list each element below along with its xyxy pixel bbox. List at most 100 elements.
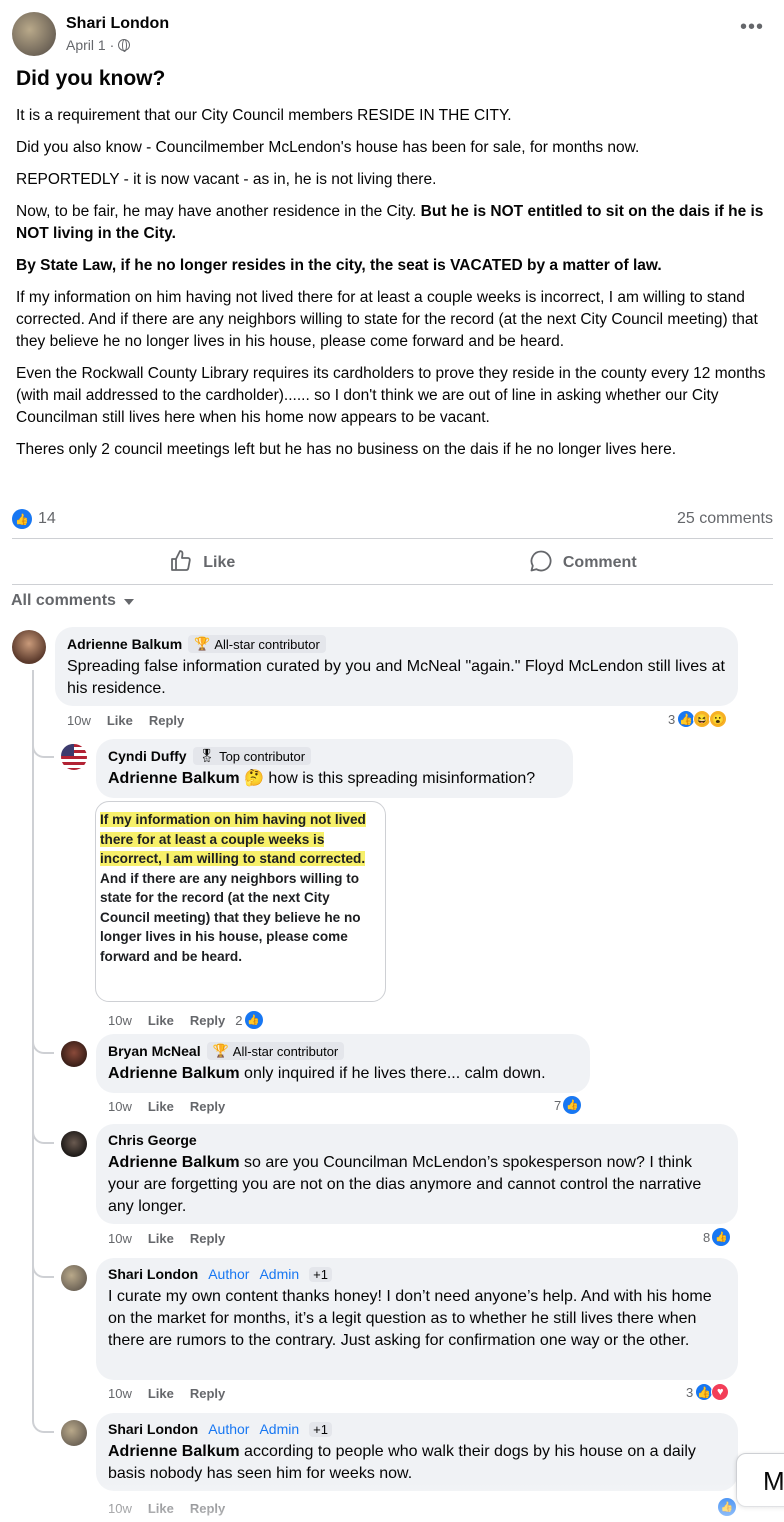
comment-reply-button[interactable]: Reply (190, 1013, 225, 1028)
comment-author-name[interactable]: Cyndi Duffy (108, 748, 187, 764)
like-reaction-icon: 👍 (718, 1498, 736, 1516)
mention-link[interactable]: Adrienne Balkum (108, 770, 240, 787)
comment-actions: 10w Like Reply (108, 1231, 225, 1246)
comment-author-name[interactable]: Shari London (108, 1266, 198, 1282)
side-panel-letter: M (763, 1466, 784, 1496)
like-reaction-icon: 👍 (563, 1096, 582, 1114)
comment-author-name[interactable]: Shari London (108, 1421, 198, 1437)
thinking-emoji-icon: 🤔 (244, 770, 264, 787)
comment-reply-button[interactable]: Reply (190, 1099, 225, 1114)
comment-text: Adrienne Balkum 🤔 how is this spreading … (108, 768, 561, 790)
comment-like-button[interactable]: Like (148, 1386, 174, 1401)
post-header: Shari London April 1 · (12, 12, 169, 56)
like-reaction-icon: 👍 (244, 1011, 263, 1029)
thread-connector (32, 1040, 54, 1144)
comment-reply-button[interactable]: Reply (190, 1386, 225, 1401)
author-role-badge: Author (208, 1266, 250, 1282)
divider (12, 584, 773, 585)
comment-reply-button[interactable]: Reply (149, 713, 184, 728)
like-reaction-icon: 👍 (12, 509, 32, 529)
comment-bubble: Shari London Author Admin +1 I curate my… (96, 1258, 738, 1380)
side-panel-tab[interactable]: M (736, 1453, 784, 1507)
avatar[interactable] (61, 1131, 87, 1157)
mention-link[interactable]: Adrienne Balkum (108, 1154, 240, 1171)
mention-link[interactable]: Adrienne Balkum (108, 1443, 240, 1460)
comment-reactions[interactable]: 👍 (718, 1498, 736, 1516)
more-options-icon[interactable]: ••• (740, 17, 764, 37)
author-role-badge: Author (208, 1421, 250, 1437)
post-meta: April 1 · (66, 37, 169, 53)
comment-time[interactable]: 10w (108, 1013, 132, 1028)
comment-actions: 10w Like Reply (108, 1501, 225, 1516)
all-comments-filter[interactable]: All comments (11, 592, 134, 610)
comment-author-name[interactable]: Chris George (108, 1132, 197, 1148)
more-badges[interactable]: +1 (309, 1266, 332, 1282)
comment-like-button[interactable]: Like (148, 1231, 174, 1246)
comment-actions: 10w Like Reply (108, 1099, 225, 1114)
globe-icon (118, 39, 131, 52)
comment-bubble: Cyndi Duffy 🎖 Top contributor Adrienne Ba… (96, 739, 573, 798)
comment-time[interactable]: 10w (67, 713, 91, 728)
attached-screenshot[interactable]: If my information on him having not live… (95, 801, 386, 1002)
comment-reactions[interactable]: 8 👍 (703, 1228, 731, 1246)
post-paragraph: It is a requirement that our City Counci… (16, 107, 512, 124)
post-actions: Like Comment (12, 542, 773, 584)
post-title: Did you know? (16, 67, 166, 90)
thumbs-up-icon (169, 549, 193, 578)
flag-canton (61, 744, 74, 756)
comment-reactions[interactable]: 2 👍 (235, 1011, 263, 1029)
comment-time[interactable]: 10w (108, 1501, 132, 1516)
post-date[interactable]: April 1 · (66, 37, 114, 53)
comment-reactions[interactable]: 7 👍 (554, 1096, 582, 1114)
avatar[interactable] (61, 1265, 87, 1291)
comment-button[interactable]: Comment (393, 542, 774, 584)
more-badges[interactable]: +1 (309, 1421, 332, 1437)
comment-text: I curate my own content thanks honey! I … (108, 1288, 712, 1349)
post-paragraph: REPORTEDLY - it is now vacant - as in, h… (16, 171, 437, 188)
love-reaction-icon: ♥ (711, 1383, 730, 1401)
comment-author: Bryan McNeal 🏆 All-star contributor (108, 1042, 345, 1060)
comment-text: Adrienne Balkum so are you Councilman Mc… (108, 1152, 726, 1218)
comment-like-button[interactable]: Like (148, 1099, 174, 1114)
reaction-count: 3 (686, 1384, 694, 1400)
mention-link[interactable]: Adrienne Balkum (108, 1065, 240, 1082)
author-name[interactable]: Shari London (66, 15, 169, 33)
avatar[interactable] (61, 744, 87, 770)
comment-like-button[interactable]: Like (148, 1013, 174, 1028)
comment-text-body: how is this spreading misinformation? (263, 770, 536, 787)
avatar[interactable] (61, 1420, 87, 1446)
post-paragraph: Even the Rockwall County Library require… (16, 365, 766, 426)
author-block: Shari London April 1 · (66, 15, 169, 53)
comment-author-name[interactable]: Adrienne Balkum (67, 636, 182, 652)
comment-bubble: Adrienne Balkum 🏆 All-star contributor Sp… (55, 627, 738, 706)
comment-like-button[interactable]: Like (107, 713, 133, 728)
thread-connector (32, 740, 54, 1054)
admin-role-badge: Admin (259, 1266, 300, 1282)
comment-reactions[interactable]: 3 👍 ♥ (686, 1383, 730, 1401)
post-paragraph: By State Law, if he no longer resides in… (16, 255, 772, 277)
like-button[interactable]: Like (12, 542, 393, 584)
comment-time[interactable]: 10w (108, 1231, 132, 1246)
avatar[interactable] (61, 1041, 87, 1067)
divider (12, 538, 773, 539)
wow-reaction-icon: 😮 (709, 710, 728, 728)
reactions-summary: 👍 14 25 comments (12, 507, 773, 531)
author-avatar[interactable] (12, 12, 56, 56)
comment-bubble-icon (529, 549, 553, 578)
comment-like-button[interactable]: Like (148, 1501, 174, 1516)
comment-reply-button[interactable]: Reply (190, 1501, 225, 1516)
comment-time[interactable]: 10w (108, 1386, 132, 1401)
badge-label: Top contributor (219, 748, 306, 764)
like-reaction-icon: 👍 (712, 1228, 731, 1246)
like-label: Like (203, 554, 236, 571)
comment-author: Shari London Author Admin +1 (108, 1266, 332, 1282)
like-count[interactable]: 👍 14 (12, 509, 56, 529)
avatar[interactable] (12, 630, 46, 664)
contributor-badge: 🎖 Top contributor (192, 747, 312, 765)
comment-author-name[interactable]: Bryan McNeal (108, 1043, 201, 1059)
comment-reply-button[interactable]: Reply (190, 1231, 225, 1246)
comment-reactions[interactable]: 3 👍 😆 😮 (668, 710, 728, 728)
post-paragraph: If my information on him having not live… (16, 289, 758, 350)
comments-count[interactable]: 25 comments (677, 510, 773, 528)
comment-time[interactable]: 10w (108, 1099, 132, 1114)
